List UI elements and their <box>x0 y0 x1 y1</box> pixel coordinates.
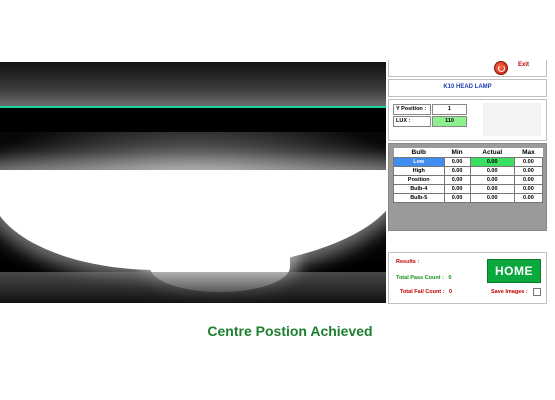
save-images-checkbox[interactable] <box>533 288 541 296</box>
y-position-value: 1 <box>432 104 467 115</box>
bulb-table: Bulb Min Actual Max Low 0.00 0.00 0.00 H… <box>393 148 544 203</box>
col-actual: Actual <box>470 148 515 158</box>
pass-count-label: Total Pass Count : <box>396 275 444 281</box>
bulb-min: 0.00 <box>443 166 471 176</box>
bulb-min: 0.00 <box>443 175 471 185</box>
camera-view <box>0 62 386 303</box>
y-position-label: Y Position : <box>393 104 431 115</box>
bulb-actual: 0.00 <box>469 184 515 194</box>
camera-floor <box>0 272 386 303</box>
bulb-max: 0.00 <box>513 184 544 194</box>
bulb-max: 0.00 <box>513 157 544 167</box>
camera-background <box>0 62 386 106</box>
col-min: Min <box>444 148 471 158</box>
table-row[interactable]: Position 0.00 0.00 0.00 <box>393 175 544 185</box>
table-row[interactable]: High 0.00 0.00 0.00 <box>393 166 544 176</box>
position-panel: Y Position : 1 LUX : 110 <box>388 99 547 141</box>
bulb-actual: 0.00 <box>469 166 515 176</box>
table-row[interactable]: Low 0.00 0.00 0.00 <box>393 157 544 167</box>
col-bulb: Bulb <box>393 148 445 158</box>
model-title: K10 HEAD LAMP <box>443 84 492 90</box>
top-toolbar: Exit <box>388 60 547 77</box>
lux-value: 110 <box>432 116 467 127</box>
bulb-actual: 0.00 <box>469 157 515 167</box>
bulb-max: 0.00 <box>513 175 544 185</box>
bulb-table-panel: Bulb Min Actual Max Low 0.00 0.00 0.00 H… <box>388 143 547 231</box>
exit-button[interactable]: Exit <box>518 62 529 68</box>
power-icon[interactable] <box>494 61 508 75</box>
table-header-row: Bulb Min Actual Max <box>393 148 543 158</box>
bulb-max: 0.00 <box>513 166 544 176</box>
table-row[interactable]: Bulb-4 0.00 0.00 0.00 <box>393 184 544 194</box>
cutoff-reference-line <box>0 106 386 108</box>
col-max: Max <box>514 148 543 158</box>
bulb-min: 0.00 <box>443 157 471 167</box>
model-panel: K10 HEAD LAMP <box>388 79 547 97</box>
bulb-min: 0.00 <box>443 193 471 203</box>
info-area <box>483 103 541 136</box>
bulb-min: 0.00 <box>443 184 471 194</box>
pass-count-value: 0 <box>448 275 452 281</box>
bulb-max: 0.00 <box>513 193 544 203</box>
bulb-actual: 0.00 <box>469 175 515 185</box>
fail-count-value: 0 <box>449 289 453 295</box>
results-panel: Results : Total Pass Count : 0 Total Fai… <box>388 252 547 304</box>
bulb-name: Bulb-5 <box>393 193 445 203</box>
home-button[interactable]: HOME <box>487 259 541 283</box>
pass-count: Total Pass Count : 0 <box>396 275 451 281</box>
fail-count-label: Total Fail Count : <box>400 289 445 295</box>
bulb-name: Position <box>393 175 445 185</box>
save-images-label: Save Images : <box>491 289 528 295</box>
status-message: Centre Postion Achieved <box>207 323 373 339</box>
bulb-name: Bulb-4 <box>393 184 445 194</box>
table-row[interactable]: Bulb-5 0.00 0.00 0.00 <box>393 193 544 203</box>
bulb-name: Low <box>393 157 445 167</box>
lux-label: LUX : <box>393 116 431 127</box>
bulb-name: High <box>393 166 445 176</box>
bulb-actual: 0.00 <box>469 193 515 203</box>
results-title: Results : <box>396 259 420 265</box>
fail-count: Total Fail Count : 0 <box>400 289 452 295</box>
